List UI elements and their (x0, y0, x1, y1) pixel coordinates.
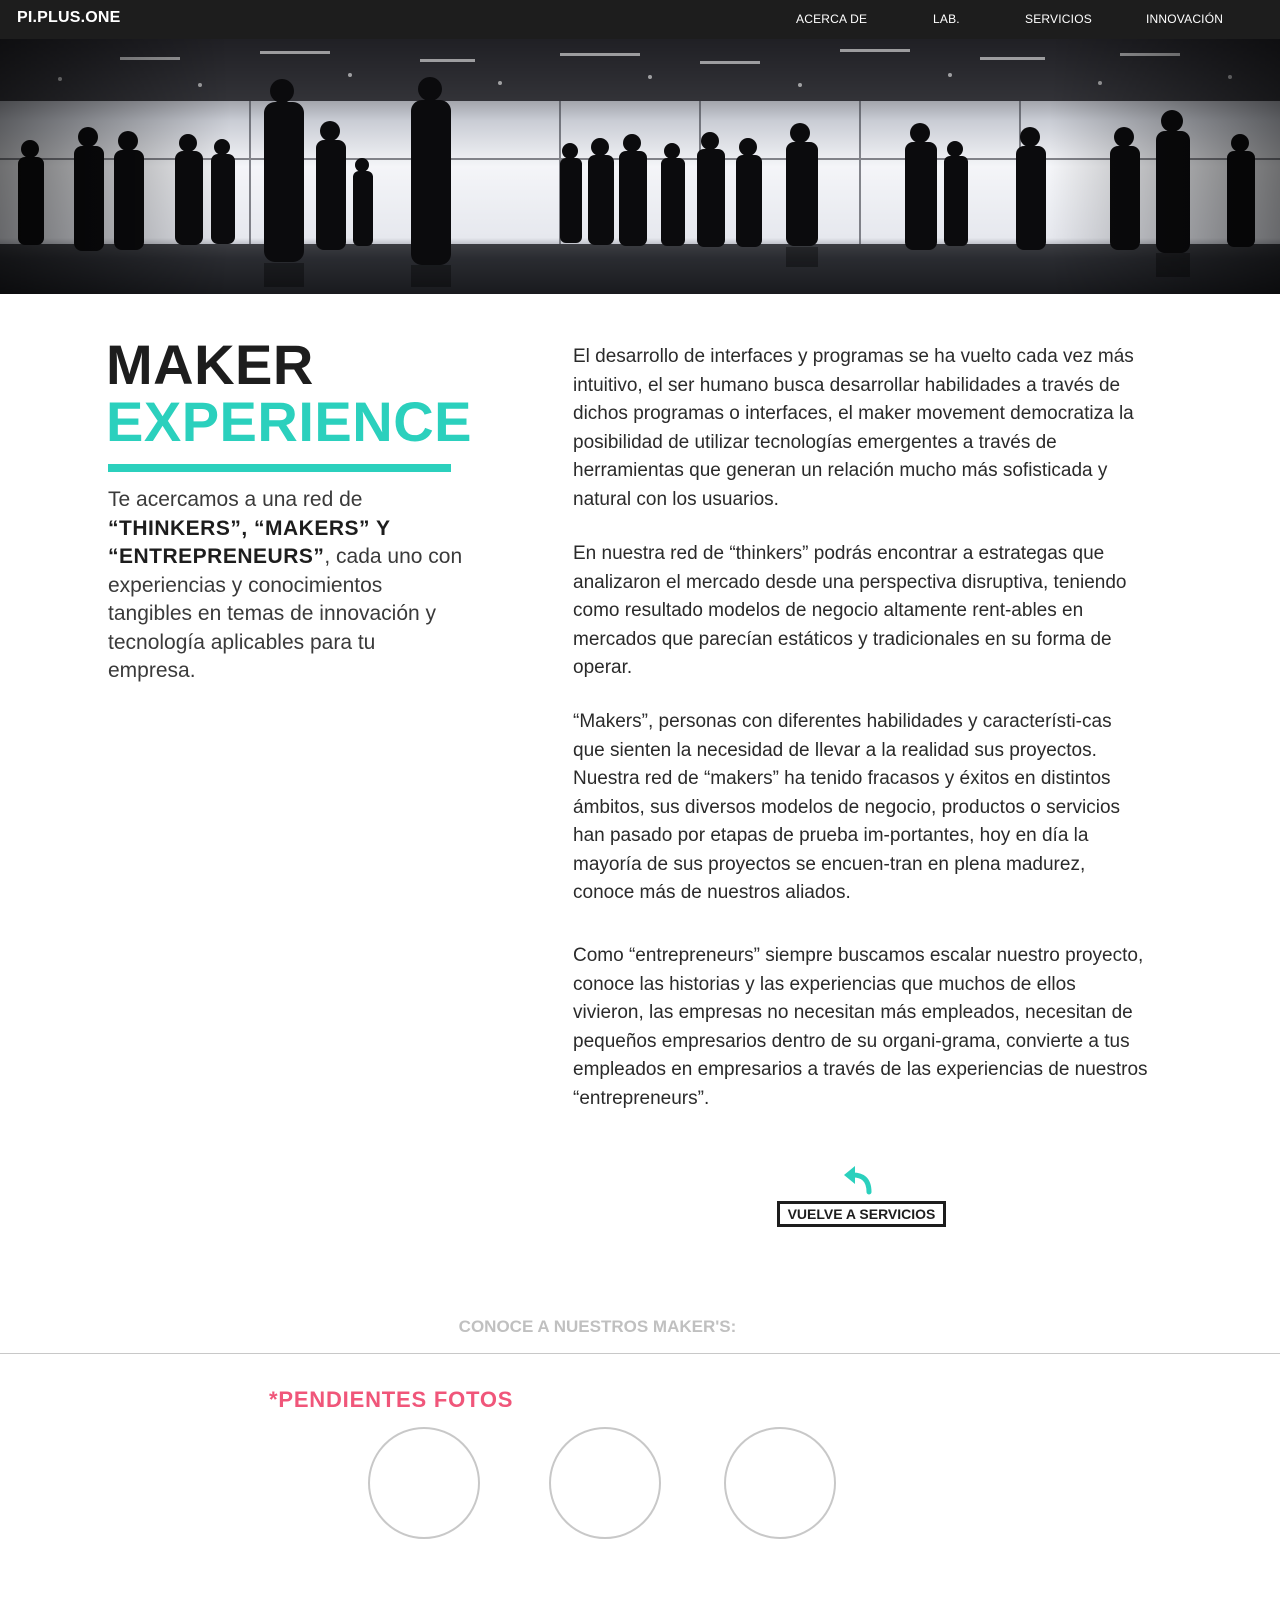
back-to-services-button[interactable]: VUELVE A SERVICIOS (777, 1201, 946, 1227)
top-navbar: PI.PLUS.ONE ACERCA DE LAB. SERVICIOS INN… (0, 0, 1280, 39)
hero-image (0, 39, 1280, 294)
nav-item-innovacion[interactable]: INNOVACIÓN (1146, 12, 1223, 26)
paragraph-entrepreneurs: Como “entrepreneurs” siempre buscamos es… (573, 945, 1148, 1109)
section-divider (0, 1353, 1280, 1354)
paragraph-thinkers: En nuestra red de “thinkers” podrás enco… (573, 543, 1127, 678)
paragraph-interfaces: El desarrollo de interfaces y programas … (573, 346, 1134, 510)
makers-heading: CONOCE A NUESTROS MAKER'S: (458, 1317, 737, 1336)
title-maker: MAKER (106, 333, 314, 396)
intro-text: Te acercamos a una red de “THINKERS”, “M… (108, 486, 468, 686)
nav-item-acerca-de[interactable]: ACERCA DE (796, 12, 867, 26)
maker-photo-placeholder[interactable] (724, 1427, 836, 1539)
back-arrow-icon[interactable] (842, 1165, 874, 1195)
maker-photo-placeholder[interactable] (549, 1427, 661, 1539)
brand-logo[interactable]: PI.PLUS.ONE (17, 9, 121, 27)
intro-prefix: Te acercamos a una red de (108, 488, 363, 511)
title-experience: EXPERIENCE (106, 390, 472, 453)
pending-photos-note: *PENDIENTES FOTOS (269, 1387, 514, 1412)
nav-item-lab[interactable]: LAB. (933, 12, 960, 26)
paragraph-makers: “Makers”, personas con diferentes habili… (573, 711, 1121, 903)
nav-item-servicios[interactable]: SERVICIOS (1025, 12, 1092, 26)
maker-photo-placeholder[interactable] (368, 1427, 480, 1539)
title-underline (108, 464, 451, 472)
